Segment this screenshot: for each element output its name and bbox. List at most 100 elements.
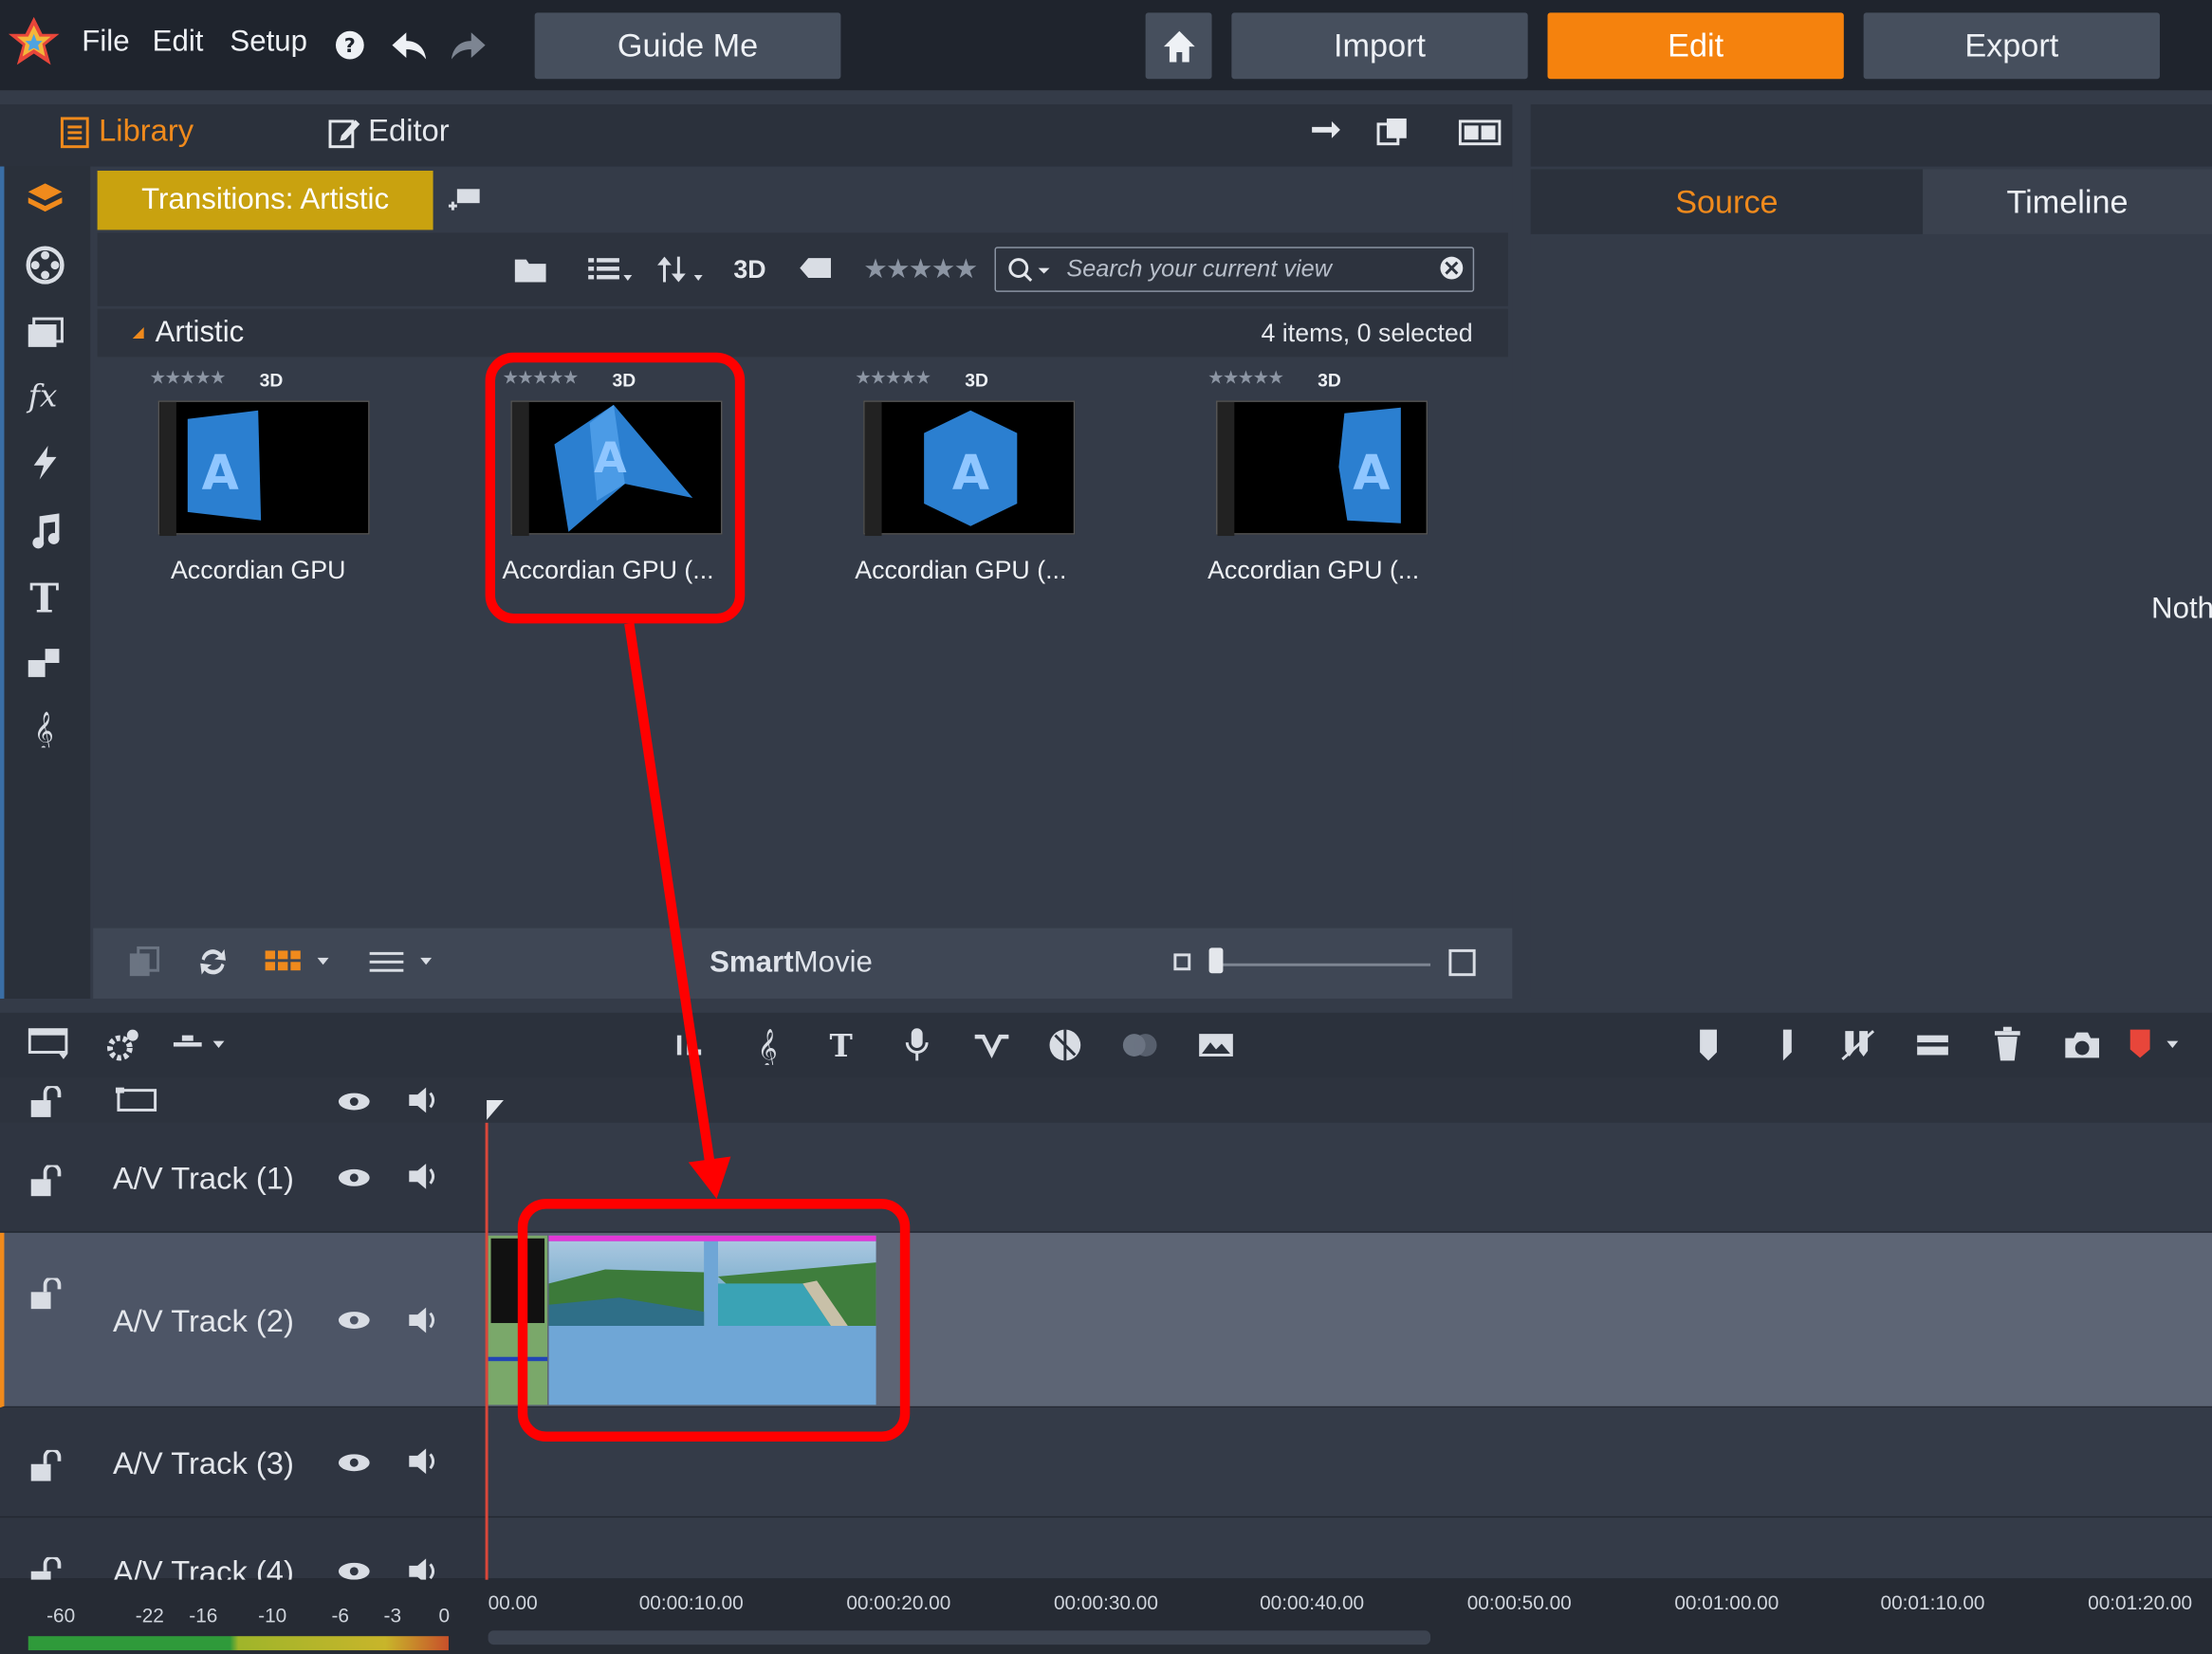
menu-edit[interactable]: Edit [153,26,204,60]
preview-panel [1530,166,2212,999]
library-item[interactable]: ★★★★★ 3D A Accordian GPU (... [1207,367,1462,593]
visibility-eye-icon[interactable] [336,1451,373,1474]
breadcrumb[interactable]: Transitions: Artistic [97,170,433,230]
tab-timeline[interactable]: Timeline [1923,169,2212,234]
playhead-icon[interactable] [484,1097,507,1123]
storyboard-icon[interactable] [28,1027,71,1061]
audio-speaker-icon[interactable] [406,1083,443,1117]
menu-setup[interactable]: Setup [230,26,307,60]
svg-text:𝄞: 𝄞 [758,1028,778,1065]
home-button[interactable] [1145,12,1212,80]
lock-icon[interactable] [28,1277,63,1312]
slider-handle[interactable] [1208,947,1224,974]
list-view-icon[interactable] [367,947,437,976]
sort-icon[interactable] [656,254,708,285]
mark-out-icon[interactable] [1772,1027,1795,1064]
audio-speaker-icon[interactable] [406,1160,443,1194]
audio-speaker-icon[interactable] [406,1444,443,1479]
copy-icon[interactable] [127,945,161,979]
redo-icon[interactable] [449,28,488,63]
settings-gear-icon[interactable] [104,1027,141,1064]
svg-text:A: A [202,445,239,501]
mark-in-icon[interactable] [1697,1027,1720,1064]
sync-icon[interactable] [196,945,230,979]
clear-marks-icon[interactable] [1839,1028,1876,1062]
visibility-eye-icon[interactable] [336,1560,373,1580]
trash-icon[interactable] [1992,1025,2023,1062]
library-item[interactable]: ★★★★★ 3D A Accordian GPU [150,367,404,593]
grid-view-icon[interactable] [264,947,331,976]
thumbnail-size-slider[interactable] [1210,963,1431,966]
marker-icon[interactable] [2128,1027,2186,1064]
lock-icon[interactable] [28,1165,63,1199]
track-name[interactable]: A/V Track (1) [113,1161,294,1198]
search-input[interactable]: Search your current view [994,247,1475,292]
guide-me-button[interactable]: Guide Me [534,12,841,80]
title-tool-icon[interactable]: T [827,1028,858,1062]
track-name[interactable]: A/V Track (3) [113,1445,294,1482]
tab-library[interactable]: Library [99,113,194,150]
export-button[interactable]: Export [1863,12,2160,80]
annotation-highlight-transition [485,352,746,624]
voiceover-mic-icon[interactable] [901,1025,932,1065]
tab-editor[interactable]: Editor [368,113,449,150]
audio-speaker-icon[interactable] [406,1554,443,1580]
edit-button[interactable]: Edit [1547,12,1844,80]
audio-ducking-icon[interactable] [972,1031,1012,1059]
help-icon[interactable]: ? [334,29,365,61]
audio-speaker-icon[interactable] [406,1303,443,1337]
item-rating-stars[interactable]: ★★★★★ [1207,367,1284,390]
effects-fx-icon[interactable]: fx [26,376,65,415]
tag-icon[interactable] [797,255,834,281]
lock-icon[interactable] [28,1449,63,1484]
montage-icon[interactable] [26,643,65,683]
item-rating-stars[interactable]: ★★★★★ [855,367,931,390]
tab-source[interactable]: Source [1530,169,1924,234]
audio-level-meter [28,1636,449,1651]
snapshot-camera-icon[interactable] [2062,1030,2102,1061]
add-tab-icon[interactable] [446,186,483,214]
lock-icon[interactable] [28,1556,63,1580]
film-reel-icon[interactable] [26,246,65,285]
track-options-icon[interactable] [171,1030,230,1058]
razor-icon[interactable] [1914,1031,1951,1059]
zoom-large-icon [1448,948,1476,977]
menu-file[interactable]: File [82,26,129,60]
track-body[interactable] [487,1517,2212,1580]
rating-filter-stars[interactable]: ★★★★★ [863,254,978,286]
undo-icon[interactable] [389,28,429,63]
view-list-icon[interactable] [585,254,634,285]
visibility-eye-icon[interactable] [336,1167,373,1189]
layout-toggle-icon[interactable] [1458,119,1502,147]
collapse-triangle-icon[interactable] [130,324,147,341]
playhead-line[interactable] [485,1122,488,1640]
track-name[interactable]: A/V Track (2) [113,1303,294,1340]
item-rating-stars[interactable]: ★★★★★ [150,367,227,390]
ruler-tick: 00:00:30.00 [1053,1590,1158,1614]
swap-icon[interactable] [1309,119,1343,147]
lock-icon[interactable] [28,1086,63,1120]
image-editor-icon[interactable] [1196,1030,1236,1061]
sound-clef-icon[interactable]: 𝄞 [26,708,65,748]
popout-icon[interactable] [1375,116,1410,150]
media-stack-icon[interactable] [26,313,65,353]
track-name[interactable]: A/V Track (4) [113,1554,294,1580]
visibility-eye-icon[interactable] [336,1309,373,1332]
import-button[interactable]: Import [1231,12,1528,80]
meter-label: -10 [258,1603,287,1626]
masking-icon[interactable] [1120,1030,1160,1061]
visibility-eye-icon[interactable] [336,1091,373,1113]
meter-label: -60 [46,1603,76,1626]
folder-icon[interactable] [512,254,549,285]
search-icon[interactable] [1007,257,1056,285]
title-text-icon[interactable]: T [26,576,65,616]
scorefitter-icon[interactable]: 𝄞 [753,1025,784,1065]
music-note-icon[interactable] [26,510,65,550]
clear-search-icon[interactable] [1439,255,1465,281]
transitions-category-icon[interactable] [26,180,65,220]
library-item[interactable]: ★★★★★ 3D A Accordian GPU (... [855,367,1109,593]
timeline-scrollbar[interactable] [488,1630,1431,1645]
3d-filter-button[interactable]: 3D [733,255,765,285]
color-correction-icon[interactable] [1047,1027,1084,1064]
lightning-icon[interactable] [26,443,65,483]
